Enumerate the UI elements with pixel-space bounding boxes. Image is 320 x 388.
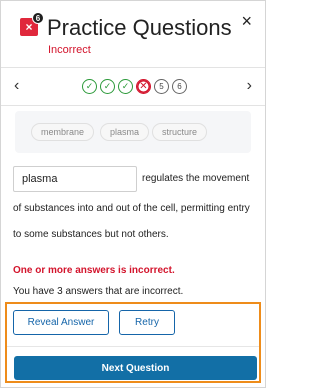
status-label: Incorrect [48, 44, 91, 56]
action-area: Reveal Answer Retry Next Question [5, 302, 261, 383]
close-icon[interactable]: × [241, 12, 252, 30]
question-dot-6[interactable]: 6 [172, 79, 187, 94]
practice-panel: × 6 Practice Questions Incorrect × ‹ ✓ ✓… [0, 0, 266, 388]
question-text-line-2: of substances into and out of the cell, … [13, 203, 250, 214]
question-dot-4[interactable]: ✕ [136, 79, 151, 94]
question-dot-3[interactable]: ✓ [118, 79, 133, 94]
question-dot-1[interactable]: ✓ [82, 79, 97, 94]
word-chip-structure[interactable]: structure [152, 123, 208, 141]
pager-divider [1, 105, 265, 106]
question-pager: ‹ ✓ ✓ ✓ ✕ 5 6 › [1, 73, 265, 101]
chevron-left-icon[interactable]: ‹ [14, 76, 19, 96]
page-title: Practice Questions [47, 15, 232, 40]
question-dot-5[interactable]: 5 [154, 79, 169, 94]
next-question-button[interactable]: Next Question [14, 356, 257, 380]
question-text-line-3: to some substances but not others. [13, 229, 169, 240]
question-dots: ✓ ✓ ✓ ✕ 5 6 [82, 79, 187, 94]
notification-badge: 6 [32, 12, 44, 24]
error-message: One or more answers is incorrect. [13, 265, 175, 276]
word-chip-membrane[interactable]: membrane [31, 123, 95, 141]
question-dot-2[interactable]: ✓ [100, 79, 115, 94]
question-text-line-1: regulates the movement [142, 173, 250, 184]
actions-divider [7, 346, 259, 347]
header-divider [1, 67, 265, 68]
panel-header: × 6 Practice Questions Incorrect × [1, 1, 265, 67]
retry-button[interactable]: Retry [119, 310, 175, 335]
incorrect-count-text: You have 3 answers that are incorrect. [13, 286, 184, 297]
reveal-answer-button[interactable]: Reveal Answer [13, 310, 109, 335]
word-bank: membrane plasma structure [15, 111, 251, 153]
word-chip-plasma[interactable]: plasma [100, 123, 150, 141]
chevron-right-icon[interactable]: › [247, 76, 252, 96]
app-icon: × 6 [20, 12, 44, 36]
answer-blank-input[interactable]: plasma [13, 166, 137, 192]
